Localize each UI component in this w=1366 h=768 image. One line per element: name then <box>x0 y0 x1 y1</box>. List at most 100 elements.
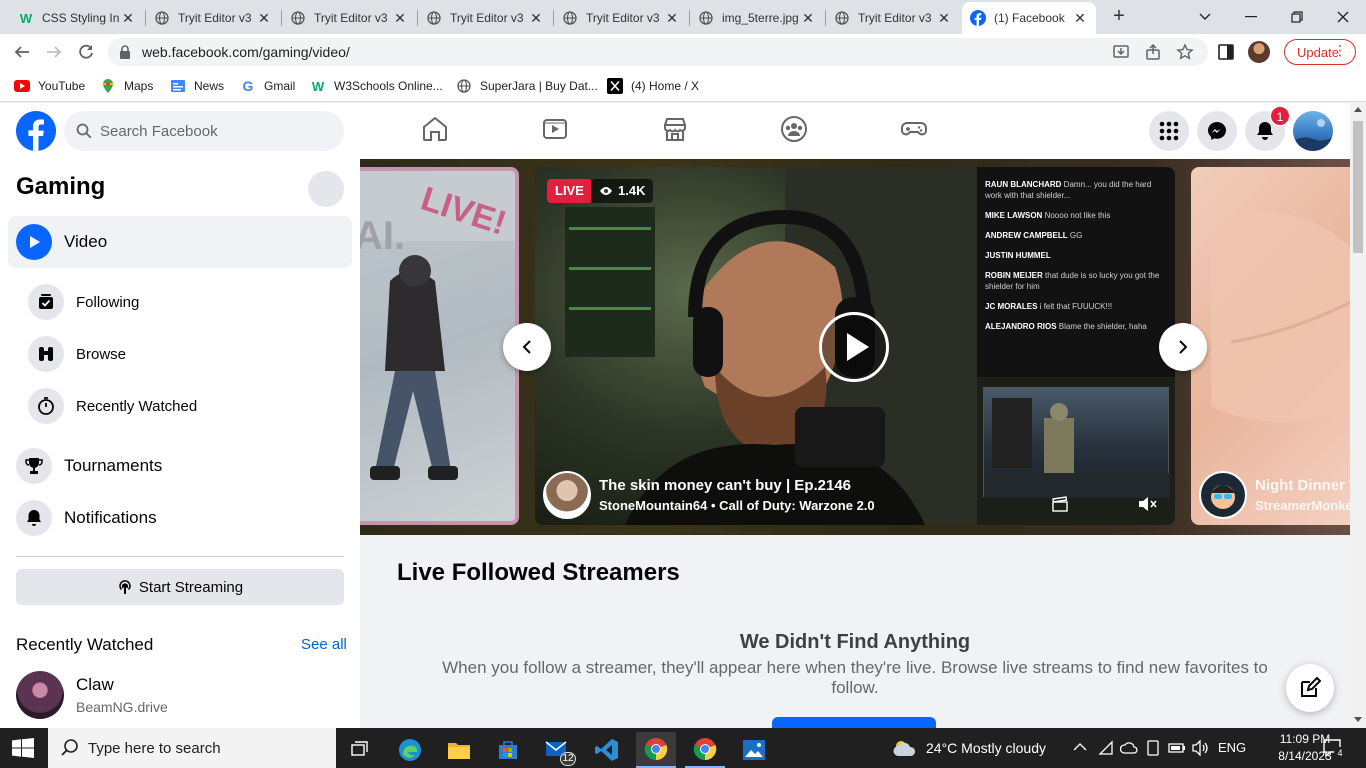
sidebar-item-tournaments[interactable]: Tournaments <box>8 440 352 492</box>
action-center-button[interactable]: 4 <box>1322 738 1346 759</box>
bookmark-star-icon[interactable] <box>1176 43 1194 61</box>
file-explorer-icon[interactable] <box>439 732 479 768</box>
facebook-search-box[interactable] <box>64 111 344 151</box>
mail-icon[interactable]: 12 <box>538 732 578 768</box>
input-language[interactable]: ENG <box>1218 740 1246 755</box>
sidebar-item-video[interactable]: Video <box>8 216 352 268</box>
volume-icon[interactable] <box>1192 740 1210 756</box>
clapperboard-icon[interactable] <box>1051 495 1069 513</box>
chevron-up-icon[interactable] <box>1073 742 1087 752</box>
profile-avatar[interactable] <box>1248 41 1270 63</box>
carousel-next-button[interactable] <box>1159 323 1207 371</box>
new-tab-button[interactable]: + <box>1108 6 1130 28</box>
bookmark-gmail[interactable]: G Gmail <box>240 77 296 95</box>
bookmark-superjara[interactable]: SuperJara | Buy Dat... <box>456 77 598 95</box>
share-icon[interactable] <box>1144 43 1162 61</box>
microsoft-store-icon[interactable] <box>488 732 528 768</box>
bookmark-youtube[interactable]: YouTube <box>14 77 85 95</box>
close-icon[interactable]: ✕ <box>800 10 816 27</box>
taskbar-search-box[interactable]: Type here to search <box>48 728 336 768</box>
back-arrow-icon[interactable] <box>10 40 34 64</box>
search-input[interactable] <box>100 111 330 151</box>
mute-icon[interactable] <box>1137 495 1157 513</box>
see-all-link[interactable]: See all <box>301 636 347 653</box>
onedrive-cloud-icon[interactable] <box>1120 740 1138 756</box>
play-button[interactable] <box>819 312 889 382</box>
browser-tab[interactable]: Tryit Editor v3 ✕ <box>826 4 960 32</box>
home-icon[interactable] <box>421 115 449 143</box>
settings-button[interactable] <box>308 171 344 207</box>
marketplace-icon[interactable] <box>661 115 689 143</box>
browser-tab[interactable]: img_5terre.jpg ✕ <box>690 4 824 32</box>
vscode-icon[interactable] <box>587 732 627 768</box>
video-title[interactable]: Night Dinner T <box>1255 477 1350 494</box>
browser-tab[interactable]: Tryit Editor v3 ✕ <box>146 4 280 32</box>
address-bar[interactable]: web.facebook.com/gaming/video/ <box>108 38 1208 66</box>
photos-icon[interactable] <box>734 732 774 768</box>
battery-icon[interactable] <box>1168 741 1186 755</box>
windows-start-icon[interactable] <box>12 738 34 758</box>
browser-tab[interactable]: Tryit Editor v3 ✕ <box>282 4 416 32</box>
groups-icon[interactable] <box>780 115 808 143</box>
browser-tab[interactable]: W CSS Styling In ✕ <box>10 4 144 32</box>
restore-button[interactable] <box>1274 0 1320 34</box>
side-panel-icon[interactable] <box>1216 42 1236 62</box>
close-icon[interactable]: ✕ <box>120 10 136 27</box>
video-subtitle[interactable]: StreamerMonke <box>1255 498 1350 513</box>
site-info-icon[interactable] <box>118 44 132 60</box>
browser-tab[interactable]: Tryit Editor v3 ✕ <box>418 4 552 32</box>
device-icon[interactable] <box>1145 740 1161 756</box>
forward-arrow-icon[interactable] <box>42 40 66 64</box>
bookmark-news[interactable]: News <box>170 77 224 95</box>
new-message-button[interactable] <box>1286 664 1334 712</box>
scroll-down-arrow-icon[interactable] <box>1354 717 1362 722</box>
video-title[interactable]: The skin money can't buy | Ep.2146 <box>599 477 851 494</box>
chrome-icon[interactable] <box>685 732 725 768</box>
sidebar-item-following[interactable]: Following <box>20 276 350 328</box>
bookmark-maps[interactable]: Maps <box>100 77 153 95</box>
close-window-button[interactable] <box>1320 0 1366 34</box>
video-subtitle[interactable]: StoneMountain64 • Call of Duty: Warzone … <box>599 498 875 513</box>
scrollbar-thumb[interactable] <box>1353 121 1363 253</box>
carousel-slide-next[interactable]: Night Dinner T StreamerMonke <box>1191 167 1350 525</box>
tab-search-chevron-icon[interactable] <box>1182 0 1228 34</box>
messenger-button[interactable] <box>1197 111 1237 151</box>
reload-icon[interactable] <box>74 40 98 64</box>
facebook-logo[interactable] <box>16 111 56 151</box>
carousel-slide-current[interactable]: RAUN BLANCHARD Damn... you did the hard … <box>535 167 1175 525</box>
browser-tab-active[interactable]: (1) Facebook ✕ <box>962 2 1096 34</box>
streamer-avatar[interactable] <box>1199 471 1247 519</box>
menu-grid-button[interactable] <box>1149 111 1189 151</box>
browser-tab[interactable]: Tryit Editor v3 ✕ <box>554 4 688 32</box>
close-icon[interactable]: ✕ <box>528 10 544 27</box>
browse-live-button[interactable] <box>772 717 936 728</box>
recently-watched-item[interactable]: Claw BeamNG.drive <box>16 669 346 721</box>
gaming-controller-icon[interactable] <box>900 115 928 143</box>
chrome-icon-active[interactable] <box>636 732 676 768</box>
close-icon[interactable]: ✕ <box>1072 10 1088 27</box>
close-icon[interactable]: ✕ <box>392 10 408 27</box>
weather-widget[interactable]: 24°C Mostly cloudy <box>892 728 1046 768</box>
url-text[interactable]: web.facebook.com/gaming/video/ <box>142 44 350 60</box>
install-app-icon[interactable] <box>1112 43 1130 61</box>
carousel-prev-button[interactable] <box>503 323 551 371</box>
sidebar-item-recently-watched[interactable]: Recently Watched <box>20 380 350 432</box>
scroll-up-arrow-icon[interactable] <box>1354 107 1362 112</box>
start-streaming-button[interactable]: Start Streaming <box>16 569 344 605</box>
watch-video-icon[interactable] <box>541 115 569 143</box>
network-icon[interactable] <box>1098 740 1114 756</box>
carousel-slide-previous[interactable]: LIVE! AI. <box>360 167 519 525</box>
bookmark-x-home[interactable]: (4) Home / X <box>607 77 699 95</box>
close-icon[interactable]: ✕ <box>936 10 952 27</box>
page-scrollbar[interactable] <box>1350 103 1366 728</box>
close-icon[interactable]: ✕ <box>664 10 680 27</box>
account-avatar[interactable] <box>1293 111 1333 151</box>
task-view-icon[interactable] <box>340 732 380 768</box>
minimize-button[interactable] <box>1228 0 1274 34</box>
streamer-avatar[interactable] <box>543 471 591 519</box>
sidebar-item-notifications[interactable]: Notifications <box>8 492 352 544</box>
edge-icon[interactable] <box>390 732 430 768</box>
close-icon[interactable]: ✕ <box>256 10 272 27</box>
update-button[interactable]: Update ⋮ <box>1284 39 1356 65</box>
sidebar-item-browse[interactable]: Browse <box>20 328 350 380</box>
